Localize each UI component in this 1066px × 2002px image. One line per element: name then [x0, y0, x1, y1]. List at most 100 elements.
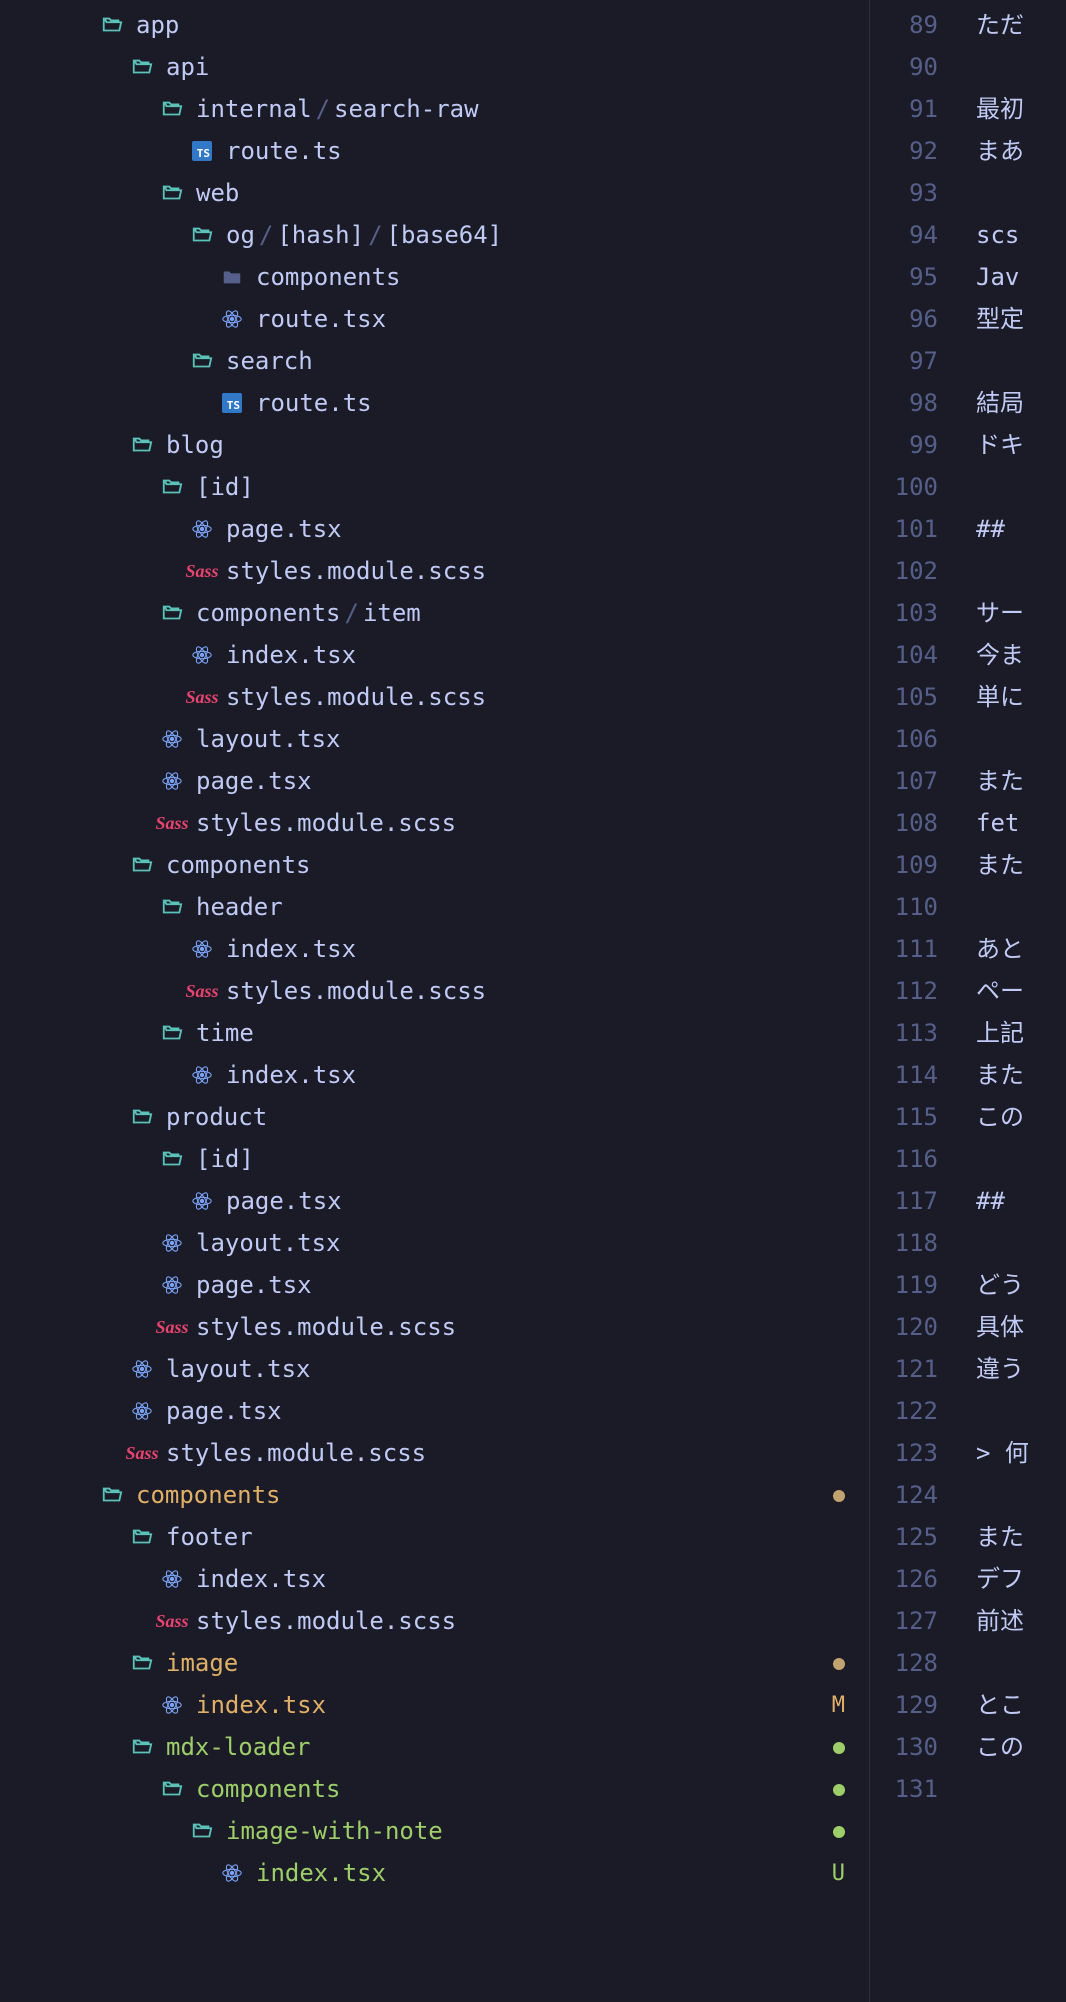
tree-item[interactable]: Sassstyles.module.scss — [70, 550, 869, 592]
tree-item[interactable]: api — [70, 46, 869, 88]
tree-item[interactable]: components/item — [70, 592, 869, 634]
tree-item[interactable]: page.tsx — [70, 508, 869, 550]
tree-item-label: time — [196, 1019, 254, 1047]
code-line[interactable]: ドキ — [976, 424, 1066, 466]
tree-item[interactable]: page.tsx — [70, 1264, 869, 1306]
tree-item[interactable]: index.tsx — [70, 928, 869, 970]
typescript-file-icon: TS — [190, 139, 214, 163]
tree-item[interactable]: Sassstyles.module.scss — [70, 1600, 869, 1642]
code-line[interactable]: 単に — [976, 676, 1066, 718]
tree-item[interactable]: search — [70, 340, 869, 382]
tree-item[interactable]: components — [70, 844, 869, 886]
code-line[interactable]: 具体 — [976, 1306, 1066, 1348]
tree-item[interactable]: app — [70, 4, 869, 46]
code-line[interactable]: また — [976, 844, 1066, 886]
tree-item[interactable]: index.tsx — [70, 1054, 869, 1096]
code-line[interactable]: ## — [976, 1180, 1066, 1222]
tree-item-label: styles.module.scss — [226, 977, 486, 1005]
code-line[interactable]: 最初 — [976, 88, 1066, 130]
code-line[interactable] — [976, 340, 1066, 382]
tree-item[interactable]: footer — [70, 1516, 869, 1558]
tree-item[interactable]: page.tsx — [70, 1390, 869, 1432]
tree-item[interactable]: layout.tsx — [70, 718, 869, 760]
code-line[interactable] — [976, 46, 1066, 88]
code-line[interactable]: Jav — [976, 256, 1066, 298]
tree-item[interactable]: mdx-loader — [70, 1726, 869, 1768]
code-line[interactable]: とこ — [976, 1684, 1066, 1726]
code-line[interactable]: 型定 — [976, 298, 1066, 340]
code-line[interactable]: 上記 — [976, 1012, 1066, 1054]
tree-item[interactable]: Sassstyles.module.scss — [70, 970, 869, 1012]
tree-item[interactable]: web — [70, 172, 869, 214]
tree-item[interactable]: route.tsx — [70, 298, 869, 340]
code-line[interactable]: fet — [976, 802, 1066, 844]
tree-item[interactable]: page.tsx — [70, 1180, 869, 1222]
tree-item-label: styles.module.scss — [226, 683, 486, 711]
code-line[interactable]: サー — [976, 592, 1066, 634]
code-line[interactable] — [976, 1138, 1066, 1180]
code-line[interactable]: あと — [976, 928, 1066, 970]
tree-item[interactable]: og/[hash]/[base64] — [70, 214, 869, 256]
tree-item[interactable]: TSroute.ts — [70, 130, 869, 172]
tree-item[interactable]: header — [70, 886, 869, 928]
tree-item[interactable]: internal/search-raw — [70, 88, 869, 130]
react-file-icon — [160, 727, 184, 751]
tree-item[interactable]: [id] — [70, 466, 869, 508]
tree-item[interactable]: index.tsxU — [70, 1852, 869, 1894]
code-line[interactable] — [976, 466, 1066, 508]
tree-item[interactable]: components — [70, 1768, 869, 1810]
tree-item[interactable]: image-with-note — [70, 1810, 869, 1852]
code-line[interactable]: scs — [976, 214, 1066, 256]
code-line[interactable]: デフ — [976, 1558, 1066, 1600]
code-line[interactable]: また — [976, 760, 1066, 802]
code-line[interactable] — [976, 718, 1066, 760]
tree-item[interactable]: components — [70, 256, 869, 298]
code-line[interactable]: 違う — [976, 1348, 1066, 1390]
code-line[interactable]: ## — [976, 508, 1066, 550]
code-line[interactable]: どう — [976, 1264, 1066, 1306]
code-line[interactable]: この — [976, 1096, 1066, 1138]
tree-item[interactable]: layout.tsx — [70, 1348, 869, 1390]
tree-item[interactable]: product — [70, 1096, 869, 1138]
code-line[interactable] — [976, 172, 1066, 214]
code-line[interactable] — [976, 1390, 1066, 1432]
code-area[interactable]: ただ最初まあscsJav型定結局ドキ## サー今ま単にまたfetまたあとペー上記… — [960, 0, 1066, 2002]
tree-item[interactable]: index.tsx — [70, 634, 869, 676]
code-line[interactable] — [976, 1642, 1066, 1684]
code-line[interactable] — [976, 1222, 1066, 1264]
code-line[interactable]: この — [976, 1726, 1066, 1768]
git-added-dot-icon — [833, 1735, 845, 1760]
code-line[interactable]: また — [976, 1054, 1066, 1096]
code-line[interactable] — [976, 1768, 1066, 1810]
code-line[interactable] — [976, 550, 1066, 592]
code-line[interactable] — [976, 1474, 1066, 1516]
tree-item[interactable]: components — [70, 1474, 869, 1516]
tree-item[interactable]: Sassstyles.module.scss — [70, 802, 869, 844]
code-line[interactable]: ただ — [976, 4, 1066, 46]
tree-item[interactable]: blog — [70, 424, 869, 466]
tree-item[interactable]: index.tsxM — [70, 1684, 869, 1726]
tree-item-label: styles.module.scss — [166, 1439, 426, 1467]
tree-item[interactable]: Sassstyles.module.scss — [70, 676, 869, 718]
file-explorer[interactable]: appapiinternal/search-rawTSroute.tswebog… — [70, 0, 870, 2002]
tree-item[interactable]: image — [70, 1642, 869, 1684]
line-number: 91 — [870, 88, 938, 130]
code-line[interactable]: 結局 — [976, 382, 1066, 424]
code-line[interactable]: また — [976, 1516, 1066, 1558]
code-line[interactable]: まあ — [976, 130, 1066, 172]
tree-item[interactable]: TSroute.ts — [70, 382, 869, 424]
tree-item[interactable]: time — [70, 1012, 869, 1054]
tree-item[interactable]: page.tsx — [70, 760, 869, 802]
code-line[interactable]: ペー — [976, 970, 1066, 1012]
tree-item[interactable]: [id] — [70, 1138, 869, 1180]
tree-item[interactable]: layout.tsx — [70, 1222, 869, 1264]
tree-item[interactable]: Sassstyles.module.scss — [70, 1432, 869, 1474]
editor-pane[interactable]: 8990919293949596979899100101102103104105… — [870, 0, 1066, 2002]
code-line[interactable]: > 何 — [976, 1432, 1066, 1474]
tree-item[interactable]: index.tsx — [70, 1558, 869, 1600]
tree-item[interactable]: Sassstyles.module.scss — [70, 1306, 869, 1348]
line-number: 128 — [870, 1642, 938, 1684]
code-line[interactable]: 今ま — [976, 634, 1066, 676]
code-line[interactable]: 前述 — [976, 1600, 1066, 1642]
code-line[interactable] — [976, 886, 1066, 928]
